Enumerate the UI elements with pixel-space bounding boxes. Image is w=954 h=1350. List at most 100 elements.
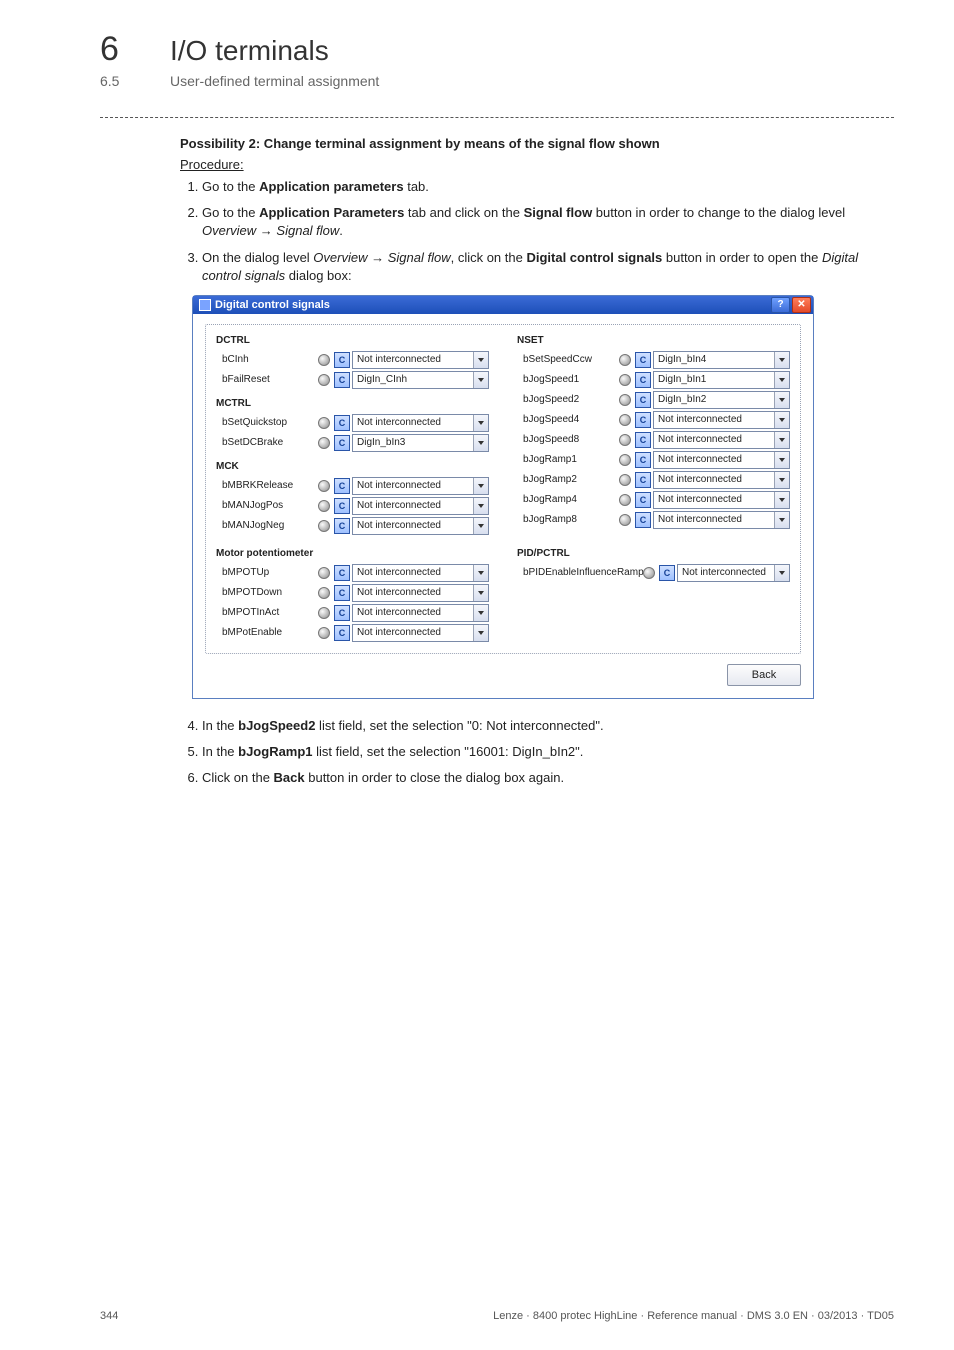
c-button[interactable]: C (334, 625, 350, 641)
c-button[interactable]: C (334, 565, 350, 581)
page-number: 344 (100, 1310, 118, 1322)
chevron-down-icon (473, 498, 488, 514)
bmanjogneg-select[interactable]: Not interconnected (352, 517, 489, 535)
bcinh-select[interactable]: Not interconnected (352, 351, 489, 369)
signal-label: bJogRamp1 (517, 454, 619, 465)
step-4: In the bJogSpeed2 list field, set the se… (202, 717, 884, 735)
select-value: Not interconnected (357, 500, 441, 511)
signal-label: bJogSpeed2 (517, 394, 619, 405)
bjogspeed1-select[interactable]: DigIn_bIn1 (653, 371, 790, 389)
group-head-nset: NSET (517, 335, 790, 346)
led-icon (619, 514, 631, 526)
bmpotup-select[interactable]: Not interconnected (352, 564, 489, 582)
chevron-down-icon (473, 435, 488, 451)
bmpotdown-select[interactable]: Not interconnected (352, 584, 489, 602)
c-button[interactable]: C (334, 435, 350, 451)
step-2: Go to the Application Parameters tab and… (202, 204, 884, 240)
c-button[interactable]: C (334, 585, 350, 601)
group-head-mck: MCK (216, 461, 489, 472)
arrow-icon: → (256, 223, 276, 238)
chevron-down-icon (774, 512, 789, 528)
led-icon (318, 520, 330, 532)
select-value: Not interconnected (658, 434, 742, 445)
bmanjogpos-select[interactable]: Not interconnected (352, 497, 489, 515)
c-button[interactable]: C (635, 492, 651, 508)
dialog-title: Digital control signals (215, 299, 330, 311)
help-button[interactable]: ? (771, 297, 790, 313)
led-icon (619, 494, 631, 506)
step-text: button in order to change to the dialog … (592, 205, 845, 220)
select-value: DigIn_CInh (357, 374, 407, 385)
c-button[interactable]: C (334, 372, 350, 388)
chevron-down-icon (774, 352, 789, 368)
c-button[interactable]: C (334, 518, 350, 534)
c-button[interactable]: C (334, 415, 350, 431)
bmpotenable-select[interactable]: Not interconnected (352, 624, 489, 642)
chevron-down-icon (774, 452, 789, 468)
possibility-heading: Possibility 2: Change terminal assignmen… (180, 136, 884, 151)
step-5: In the bJogRamp1 list field, set the sel… (202, 743, 884, 761)
step-italic: Overview (202, 223, 256, 238)
select-value: DigIn_bIn2 (658, 394, 706, 405)
c-button[interactable]: C (635, 352, 651, 368)
chevron-down-icon (473, 478, 488, 494)
select-value: Not interconnected (357, 627, 441, 638)
led-icon (318, 480, 330, 492)
chevron-down-icon (774, 412, 789, 428)
led-icon (619, 414, 631, 426)
chapter-number: 6 (100, 30, 170, 69)
bjogramp4-select[interactable]: Not interconnected (653, 491, 790, 509)
led-icon (318, 607, 330, 619)
signal-label: bMANJogPos (216, 500, 318, 511)
chevron-down-icon (473, 372, 488, 388)
c-button[interactable]: C (635, 472, 651, 488)
c-button[interactable]: C (334, 478, 350, 494)
signal-label: bFailReset (216, 374, 318, 385)
c-button[interactable]: C (635, 512, 651, 528)
c-button[interactable]: C (635, 432, 651, 448)
bjogspeed2-select[interactable]: DigIn_bIn2 (653, 391, 790, 409)
c-button[interactable]: C (635, 452, 651, 468)
chevron-down-icon (473, 585, 488, 601)
c-button[interactable]: C (334, 498, 350, 514)
c-button[interactable]: C (334, 605, 350, 621)
bjogramp1-select[interactable]: Not interconnected (653, 451, 790, 469)
led-icon (318, 354, 330, 366)
bsetdcbrake-select[interactable]: DigIn_bIn3 (352, 434, 489, 452)
bsetspeedccw-select[interactable]: DigIn_bIn4 (653, 351, 790, 369)
step-text: dialog box: (285, 268, 352, 283)
select-value: Not interconnected (357, 587, 441, 598)
procedure-label: Procedure: (180, 157, 884, 172)
select-value: DigIn_bIn1 (658, 374, 706, 385)
c-button[interactable]: C (635, 372, 651, 388)
select-value: Not interconnected (357, 567, 441, 578)
signal-label: bMPOTDown (216, 587, 318, 598)
step-text: In the (202, 744, 238, 759)
bpidenableinfluenceramp-select[interactable]: Not interconnected (677, 564, 790, 582)
step-italic: Signal flow (276, 223, 339, 238)
group-head-pid: PID/PCTRL (517, 548, 790, 559)
step-text: tab. (404, 179, 429, 194)
c-button[interactable]: C (334, 352, 350, 368)
bjogspeed4-select[interactable]: Not interconnected (653, 411, 790, 429)
bsetquickstop-select[interactable]: Not interconnected (352, 414, 489, 432)
c-button[interactable]: C (659, 565, 675, 581)
c-button[interactable]: C (635, 412, 651, 428)
led-icon (643, 567, 655, 579)
step-text: button in order to open the (662, 250, 822, 265)
back-button[interactable]: Back (727, 664, 801, 686)
led-icon (619, 434, 631, 446)
c-button[interactable]: C (635, 392, 651, 408)
step-text: . (339, 223, 343, 238)
bmbrkrelease-select[interactable]: Not interconnected (352, 477, 489, 495)
bjogramp8-select[interactable]: Not interconnected (653, 511, 790, 529)
step-bold: Application Parameters (259, 205, 404, 220)
chevron-down-icon (473, 565, 488, 581)
close-button[interactable]: ✕ (792, 297, 811, 313)
bfailreset-select[interactable]: DigIn_CInh (352, 371, 489, 389)
bjogramp2-select[interactable]: Not interconnected (653, 471, 790, 489)
chevron-down-icon (774, 472, 789, 488)
bmpotinact-select[interactable]: Not interconnected (352, 604, 489, 622)
led-icon (318, 374, 330, 386)
bjogspeed8-select[interactable]: Not interconnected (653, 431, 790, 449)
